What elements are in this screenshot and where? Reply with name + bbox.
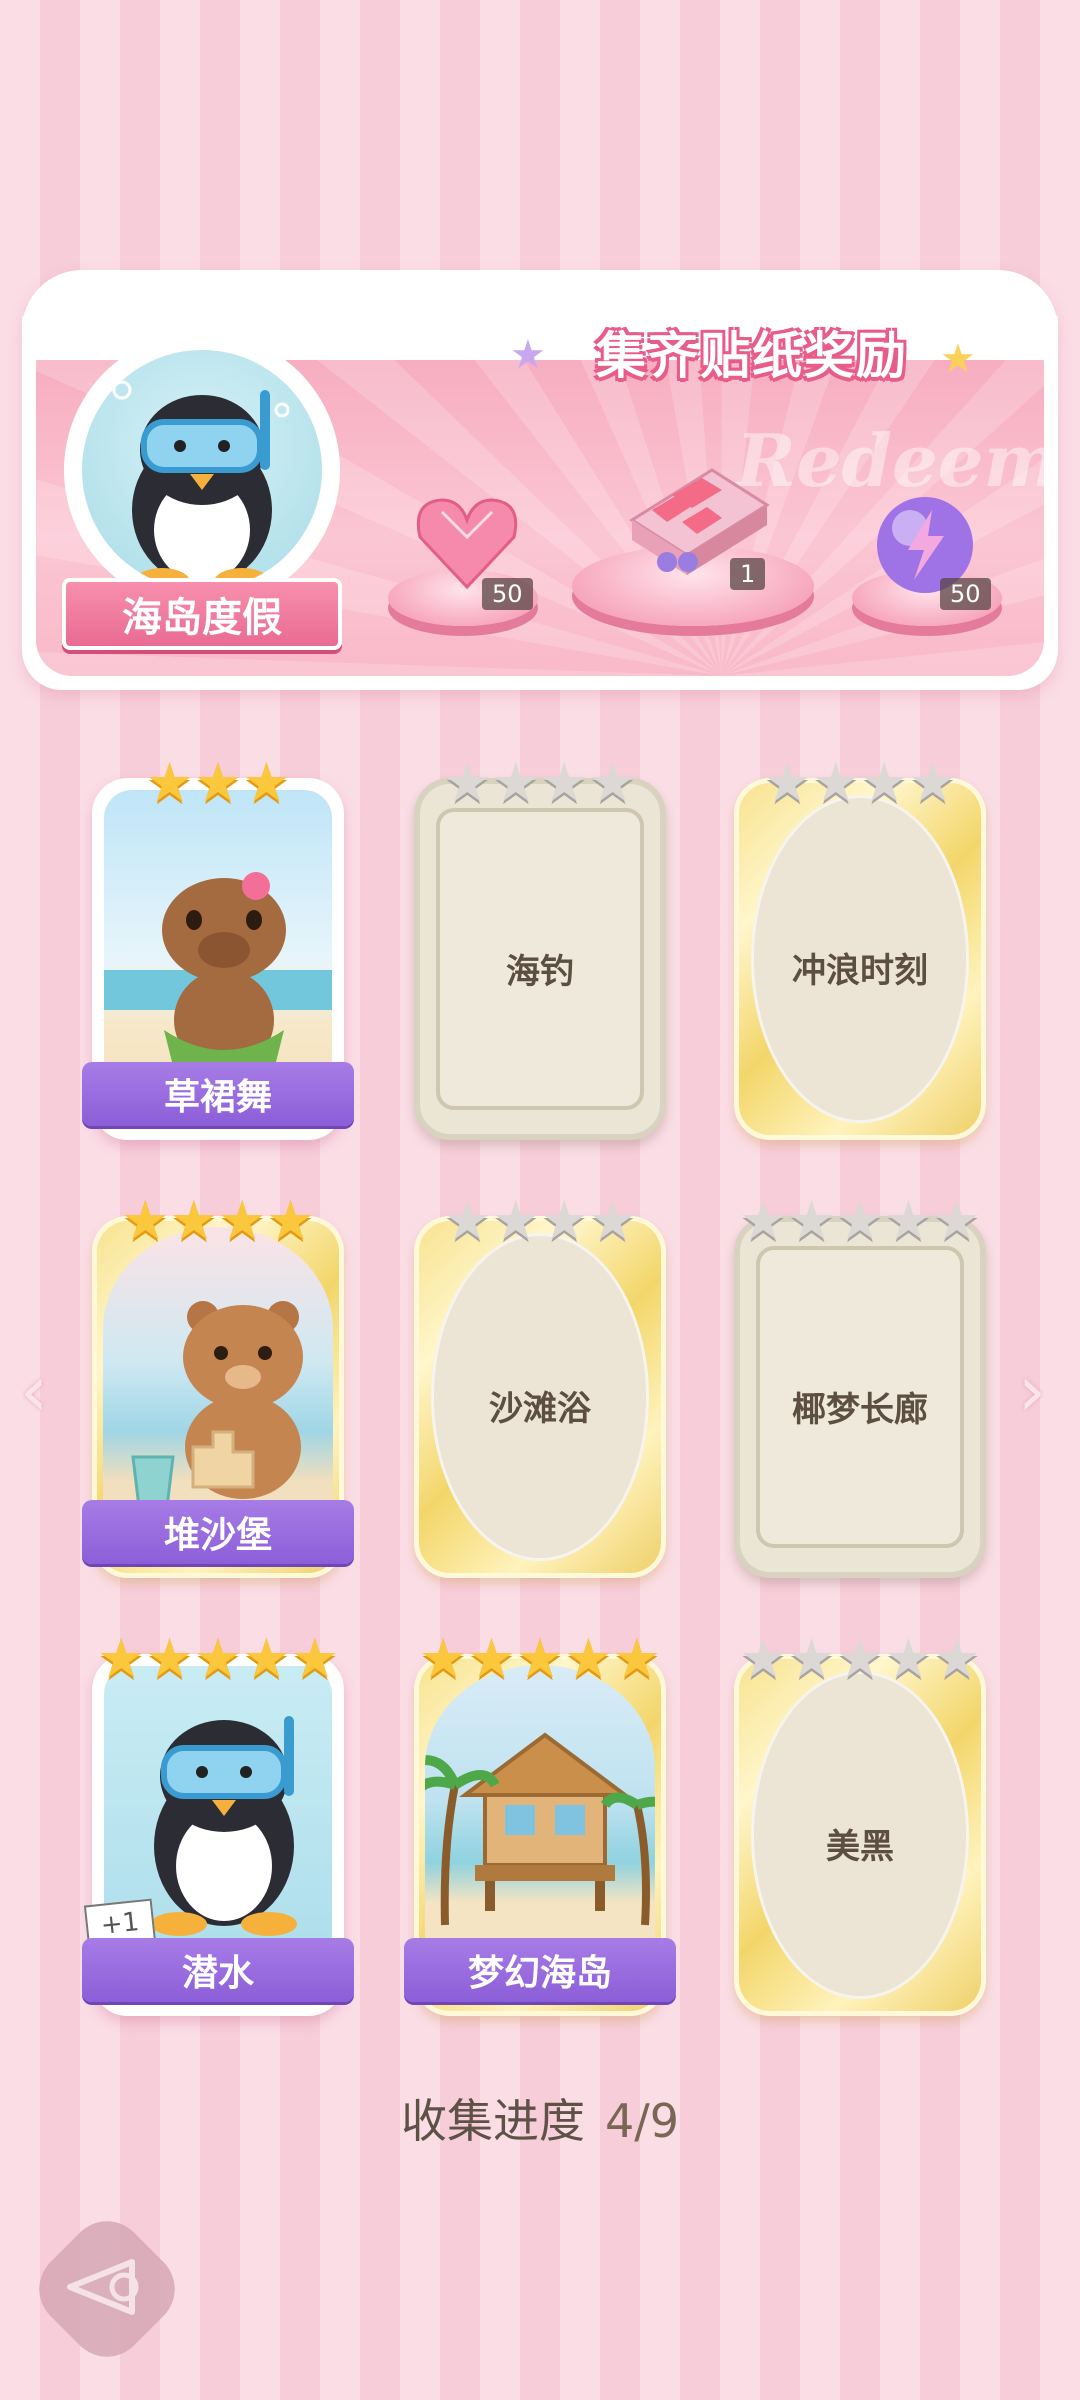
card-name-label: 草裙舞 <box>82 1062 354 1126</box>
star-icon: ★ <box>193 1627 243 1690</box>
sticker-card-locked[interactable]: 冲浪时刻 ★ ★ ★ ★ <box>734 756 986 1140</box>
card-name-label: 堆沙堡 <box>82 1500 354 1564</box>
star-rating: ★ ★ ★ ★ ★ <box>414 1632 666 1686</box>
sticker-card-locked[interactable]: 海钓 ★ ★ ★ ★ <box>414 756 666 1140</box>
yellow-star-icon: ★ <box>940 336 976 382</box>
reward-count: 50 <box>940 578 991 610</box>
progress-value: 4/9 <box>604 2094 680 2148</box>
star-icon: ★ <box>860 751 909 814</box>
star-icon: ★ <box>266 1189 315 1252</box>
star-icon: ★ <box>96 1627 146 1690</box>
penguin-snorkel-icon <box>82 350 322 590</box>
star-icon: ★ <box>418 1627 468 1690</box>
star-icon: ★ <box>588 751 637 814</box>
star-icon: ★ <box>787 1627 836 1690</box>
star-icon: ★ <box>443 1189 492 1252</box>
star-icon: ★ <box>540 1189 589 1252</box>
star-icon: ★ <box>787 1189 836 1252</box>
star-icon: ★ <box>588 1189 637 1252</box>
star-icon: ★ <box>218 1189 267 1252</box>
star-icon: ★ <box>467 1627 516 1690</box>
star-icon: ★ <box>540 751 589 814</box>
sticker-card-collected[interactable]: ★ ★ ★ ★ ★ 梦幻海岛 <box>404 1632 676 2016</box>
star-icon: ★ <box>193 751 243 814</box>
card-frame: 椰梦长廊 <box>734 1216 986 1578</box>
star-icon: ★ <box>564 1627 613 1690</box>
star-rating: ★ ★ ★ <box>92 756 344 810</box>
star-rating: ★ ★ ★ ★ <box>414 756 666 810</box>
card-frame: 海钓 <box>414 778 666 1140</box>
sticker-card-locked[interactable]: 椰梦长廊 ★ ★ ★ ★ ★ <box>734 1194 986 1578</box>
reward-count: 50 <box>482 578 533 610</box>
card-frame: 冲浪时刻 <box>734 778 986 1140</box>
card-name: 椰梦长廊 <box>792 1390 928 1430</box>
star-icon: ★ <box>145 1627 194 1690</box>
star-icon: ★ <box>932 1189 982 1252</box>
star-icon: ★ <box>145 751 194 814</box>
theme-name-ribbon: 海岛度假 <box>62 578 342 650</box>
previous-page-arrow-icon[interactable]: ‹ <box>20 1350 48 1432</box>
star-icon: ★ <box>242 751 291 814</box>
collection-progress: 收集进度 4/9 <box>0 2085 1080 2151</box>
star-icon: ★ <box>884 1627 933 1690</box>
card-frame: 美黑 <box>734 1654 986 2016</box>
sticker-card-collected[interactable]: ★ ★ ★ 草裙舞 <box>82 756 354 1140</box>
card-frame: 沙滩浴 <box>414 1216 666 1578</box>
star-icon: ★ <box>491 1189 540 1252</box>
star-icon: ★ <box>121 1189 170 1252</box>
star-icon: ★ <box>835 1189 885 1252</box>
card-name-label: 潜水 <box>82 1938 354 2002</box>
theme-avatar <box>72 340 332 600</box>
star-icon: ★ <box>612 1627 662 1690</box>
reward-banner: Redeem ★ ★ 集齐贴纸奖励 海岛度假 50 1 50 <box>22 270 1058 690</box>
star-icon: ★ <box>443 751 492 814</box>
star-icon: ★ <box>932 1627 982 1690</box>
star-rating: ★ ★ ★ ★ <box>92 1194 344 1248</box>
star-icon: ★ <box>763 751 812 814</box>
star-rating: ★ ★ ★ ★ <box>414 1194 666 1248</box>
sticker-card-collected[interactable]: ★ ★ ★ ★ ★ +1 潜水 <box>82 1632 354 2016</box>
pink-heart-gem-icon <box>416 498 518 590</box>
star-icon: ★ <box>835 1627 885 1690</box>
star-icon: ★ <box>242 1627 291 1690</box>
star-icon: ★ <box>169 1189 218 1252</box>
star-icon: ★ <box>884 1189 933 1252</box>
card-name-label: 梦幻海岛 <box>404 1938 676 2002</box>
reward-count: 1 <box>730 558 766 590</box>
star-icon: ★ <box>908 751 957 814</box>
collect-reward-title: 集齐贴纸奖励 <box>596 327 908 385</box>
star-rating: ★ ★ ★ ★ ★ <box>92 1632 344 1686</box>
card-name: 冲浪时刻 <box>792 951 928 991</box>
next-page-arrow-icon[interactable]: › <box>1018 1350 1046 1432</box>
star-icon: ★ <box>491 751 540 814</box>
sticker-card-locked[interactable]: 美黑 ★ ★ ★ ★ ★ <box>734 1632 986 2016</box>
card-name: 沙滩浴 <box>489 1389 591 1429</box>
card-name: 美黑 <box>826 1827 894 1867</box>
back-arrow-icon <box>67 2259 139 2315</box>
star-icon: ★ <box>811 751 860 814</box>
star-icon: ★ <box>515 1627 565 1690</box>
star-icon: ★ <box>738 1189 788 1252</box>
star-icon: ★ <box>290 1627 340 1690</box>
sticker-card-collected[interactable]: ★ ★ ★ ★ 堆沙堡 <box>82 1194 354 1578</box>
sticker-card-locked[interactable]: 沙滩浴 ★ ★ ★ ★ <box>414 1194 666 1578</box>
progress-label: 收集进度 <box>400 2094 585 2148</box>
purple-star-icon: ★ <box>510 332 546 378</box>
star-rating: ★ ★ ★ ★ ★ <box>734 1194 986 1248</box>
star-rating: ★ ★ ★ ★ <box>734 756 986 810</box>
star-rating: ★ ★ ★ ★ ★ <box>734 1632 986 1686</box>
card-name: 海钓 <box>506 952 574 992</box>
star-icon: ★ <box>738 1627 788 1690</box>
